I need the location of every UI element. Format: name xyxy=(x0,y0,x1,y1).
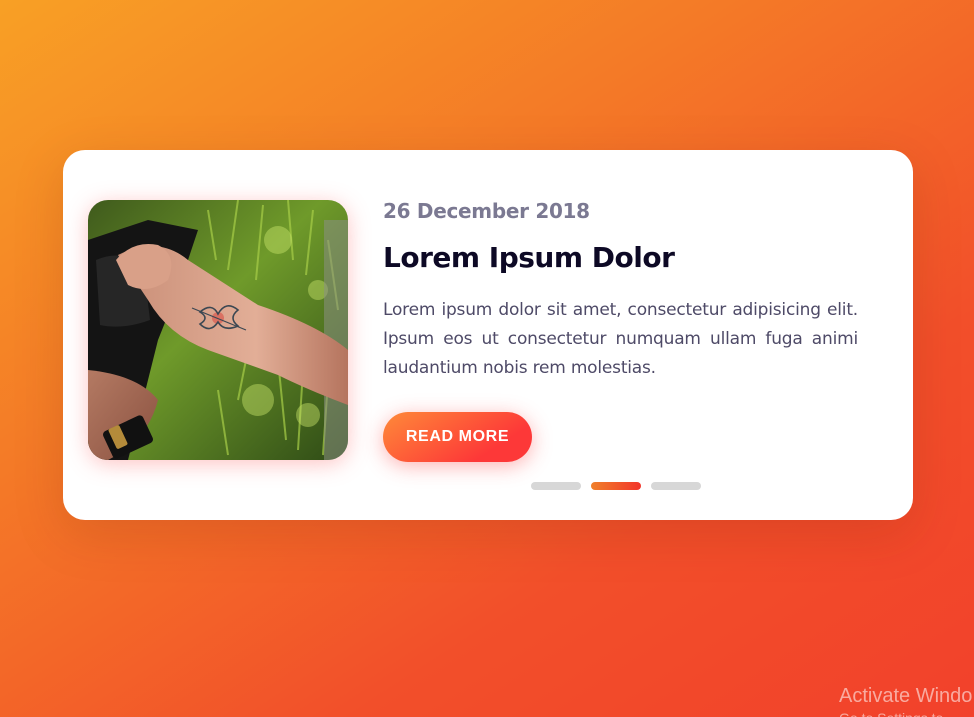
blog-slider-card: 26 December 2018 Lorem Ipsum Dolor Lorem… xyxy=(63,150,913,520)
post-date: 26 December 2018 xyxy=(383,199,590,223)
post-title: Lorem Ipsum Dolor xyxy=(383,241,675,274)
watermark-line-2: Go to Settings to xyxy=(839,709,972,717)
slider-dot-2-active[interactable] xyxy=(591,482,641,490)
watermark-line-1: Activate Windo xyxy=(839,685,973,707)
post-excerpt: Lorem ipsum dolor sit amet, consectetur … xyxy=(383,300,858,378)
post-photo xyxy=(88,200,348,460)
windows-activation-watermark: Activate Windo Go to Settings to xyxy=(839,683,972,717)
post-image xyxy=(88,200,348,460)
slider-dot-3[interactable] xyxy=(651,482,701,490)
read-more-button[interactable]: READ MORE xyxy=(383,412,532,462)
slider-dot-1[interactable] xyxy=(531,482,581,490)
slider-pagination xyxy=(531,482,711,490)
post-content: 26 December 2018 Lorem Ipsum Dolor Lorem… xyxy=(383,196,858,383)
